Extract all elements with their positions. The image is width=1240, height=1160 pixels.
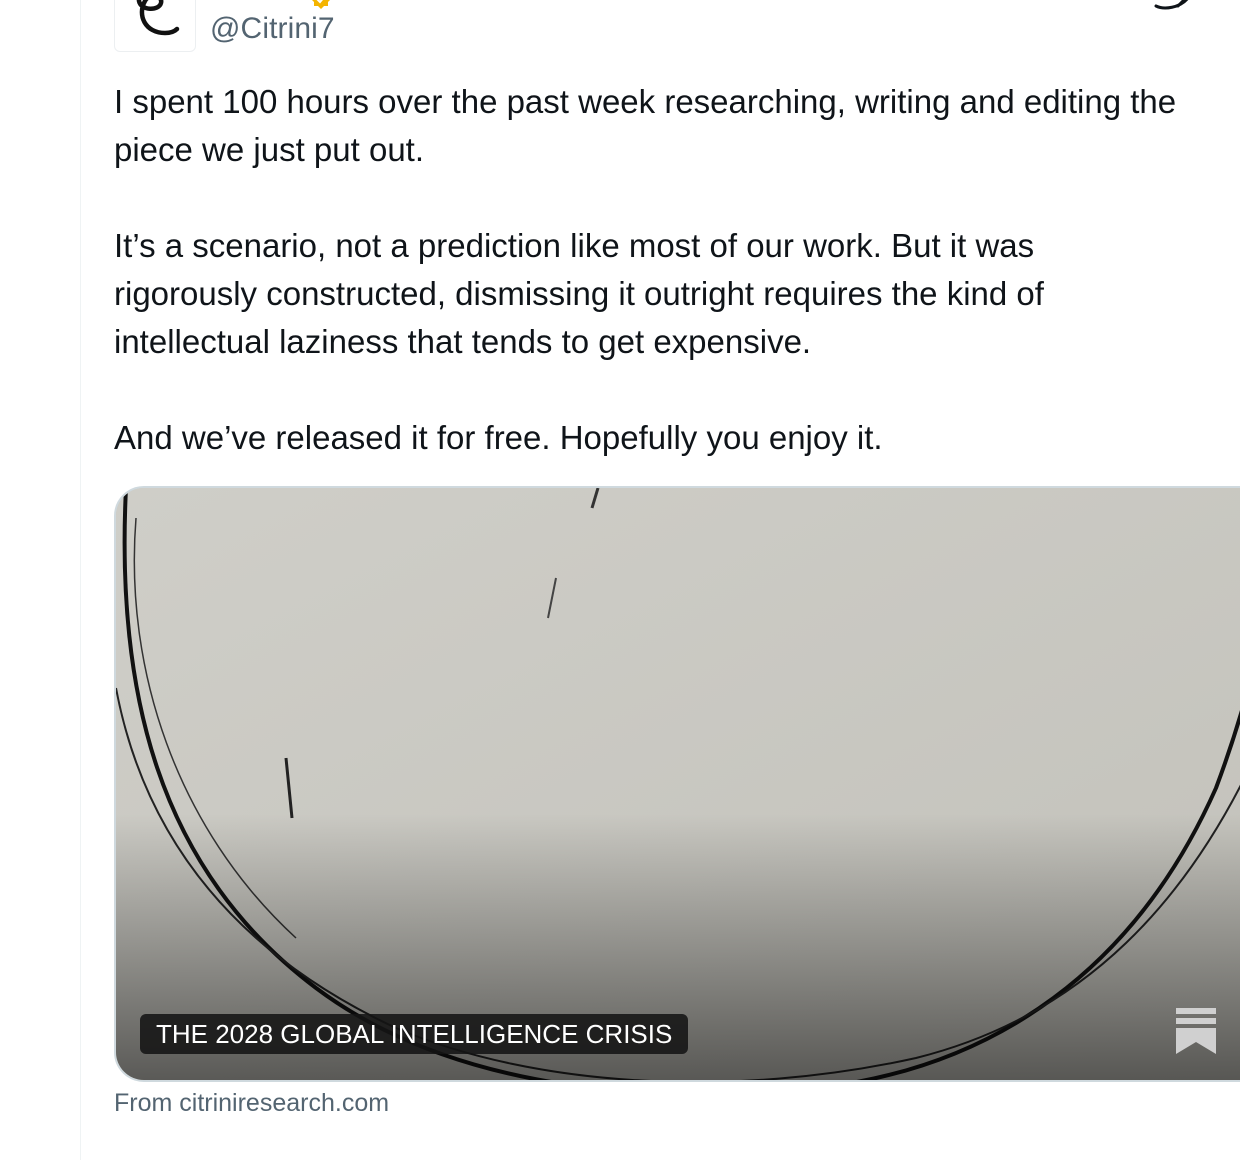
citrini-logo-icon — [136, 0, 180, 36]
tweet-line: rigorously constructed, dismissing it ou… — [114, 275, 1044, 312]
author-handle[interactable]: @Citrini7 — [210, 10, 335, 48]
tweet-line: And we’ve released it for free. Hopefull… — [114, 419, 883, 456]
tweet-line: piece we just put out. — [114, 131, 425, 168]
link-card-source[interactable]: From citriniresearch.com — [114, 1086, 389, 1120]
tweet-view: @Citrini7 I spent 100 hours over the pas… — [0, 0, 1240, 1160]
grok-icon[interactable] — [1150, 0, 1194, 12]
tweet-body: I spent 100 hours over the past week res… — [114, 78, 1240, 462]
verified-badge-icon — [312, 0, 330, 9]
link-card-image — [116, 488, 1240, 1080]
tweet-line: It’s a scenario, not a prediction like m… — [114, 227, 1035, 264]
substack-bookmark-icon — [1176, 1008, 1216, 1054]
tweet-line: intellectual laziness that tends to get … — [114, 323, 812, 360]
timeline-divider — [80, 0, 81, 1160]
tweet-line: I spent 100 hours over the past week res… — [114, 83, 1177, 120]
link-card-title: THE 2028 GLOBAL INTELLIGENCE CRISIS — [140, 1014, 689, 1054]
avatar[interactable] — [114, 0, 196, 52]
link-card[interactable]: THE 2028 GLOBAL INTELLIGENCE CRISIS — [114, 486, 1240, 1082]
ink-circle-sketch-image — [116, 488, 1240, 1080]
